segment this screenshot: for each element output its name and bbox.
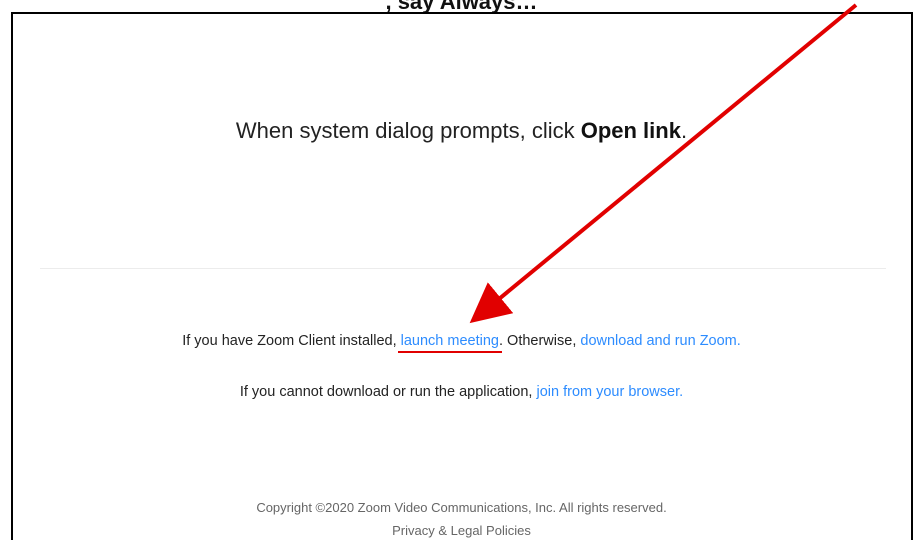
- join-from-browser-link[interactable]: join from your browser.: [536, 384, 683, 400]
- browser-line-prefix: If you cannot download or run the applic…: [239, 384, 537, 400]
- launch-meeting-link[interactable]: launch meeting: [401, 333, 499, 349]
- open-link-instruction: When system dialog prompts, click Open l…: [0, 118, 923, 144]
- instruction-prefix: When system dialog prompts, click: [235, 118, 581, 143]
- zoom-launch-page: , say Always… When system dialog prompts…: [0, 0, 923, 540]
- instruction-bold-text: Open link: [580, 118, 681, 143]
- browser-instruction-line: If you cannot download or run the applic…: [0, 384, 923, 400]
- page-frame: [11, 12, 913, 540]
- section-divider: [40, 268, 886, 269]
- download-and-run-zoom-link[interactable]: download and run Zoom.: [580, 333, 740, 349]
- footer: Copyright ©2020 Zoom Video Communication…: [0, 496, 923, 540]
- instruction-suffix: .: [680, 118, 688, 143]
- launch-line-prefix: If you have Zoom Client installed,: [182, 333, 401, 349]
- launch-instruction-line: If you have Zoom Client installed, launc…: [0, 333, 923, 349]
- launch-line-middle: . Otherwise,: [498, 333, 581, 349]
- copyright-text: Copyright ©2020 Zoom Video Communication…: [256, 500, 667, 515]
- privacy-legal-policies-link[interactable]: Privacy & Legal Policies: [392, 523, 531, 538]
